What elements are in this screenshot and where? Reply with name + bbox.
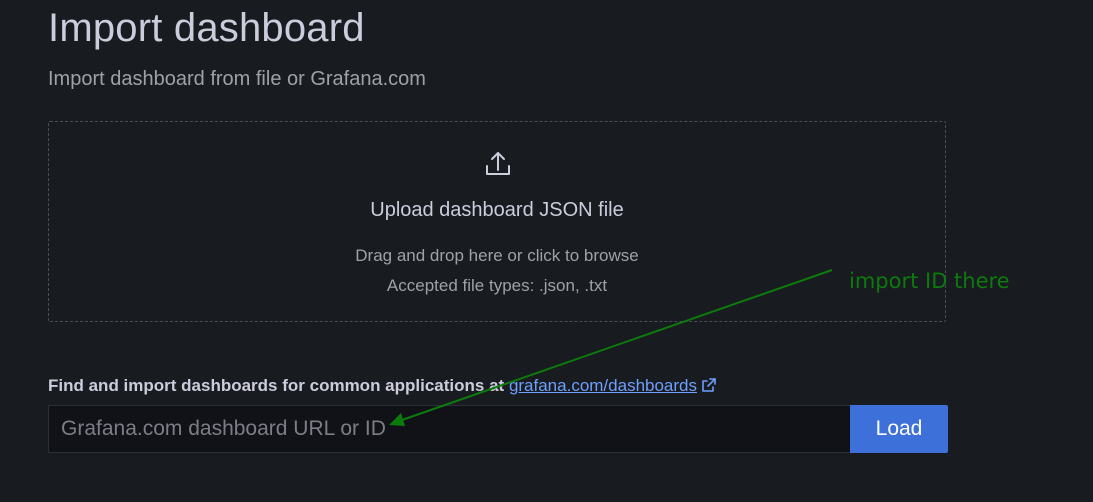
upload-icon <box>486 152 510 175</box>
page-subtitle: Import dashboard from file or Grafana.co… <box>48 68 426 90</box>
grafana-com-row: Find and import dashboards for common ap… <box>48 375 717 397</box>
grafana-com-dashboards-link[interactable]: grafana.com/dashboards <box>509 376 717 395</box>
upload-hint: Drag and drop here or click to browse <box>355 246 639 265</box>
upload-title: Upload dashboard JSON file <box>370 199 624 221</box>
load-button[interactable]: Load <box>850 405 948 453</box>
annotation-text: import ID there <box>849 269 1010 293</box>
accepted-file-types: Accepted file types: .json, .txt <box>386 276 608 295</box>
external-link-icon <box>702 378 716 392</box>
grafana-com-label: Find and import dashboards for common ap… <box>48 376 505 395</box>
dashboard-url-input-wrapper <box>48 405 850 453</box>
page-title: Import dashboard <box>48 6 365 50</box>
dashboard-url-input[interactable] <box>49 406 850 452</box>
import-dashboard-page: Import dashboard Import dashboard from f… <box>0 0 1093 502</box>
grafana-com-link-text: grafana.com/dashboards <box>508 376 697 395</box>
